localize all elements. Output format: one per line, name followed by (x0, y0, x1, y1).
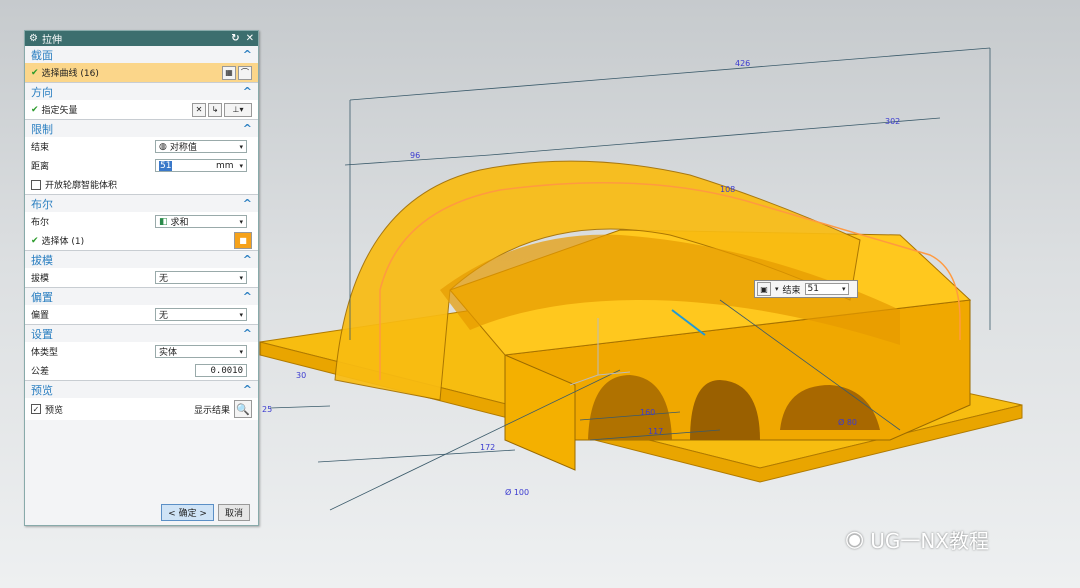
specify-vector-row[interactable]: ✔ 指定矢量 ✕ ↳ ⊥▾ (25, 100, 258, 119)
tolerance-row: 公差 0.0010 (25, 361, 258, 380)
open-profile-label: 开放轮廓智能体积 (45, 181, 118, 191)
open-profile-checkbox[interactable] (31, 179, 41, 190)
solid-body-icon[interactable]: ■ (234, 232, 252, 249)
watermark: ◉ UG一NX教程 (845, 525, 989, 554)
tolerance-input[interactable]: 0.0010 (195, 364, 247, 377)
offset-row: 偏置 无 ▾ (25, 305, 258, 324)
boolean-row: 布尔 ◧ 求和 ▾ (25, 212, 258, 231)
dialog-titlebar: ⚙ 拉伸 ↻ ✕ (25, 31, 258, 46)
preview-checkbox[interactable]: ✓ (31, 404, 41, 414)
direction-title: 方向 (31, 85, 53, 99)
show-result-label: 显示结果 (193, 405, 230, 416)
collapse-icon[interactable]: ^ (243, 48, 252, 61)
specify-vector-label: 指定矢量 (41, 106, 78, 116)
dim-160: 160 (640, 408, 655, 417)
unite-icon: ◧ (159, 216, 168, 227)
gear-icon[interactable]: ⚙ (29, 33, 38, 44)
sketch-icon[interactable]: ▦ (222, 65, 236, 80)
ok-button[interactable]: < 确定 > (161, 503, 214, 521)
select-curve-label: 选择曲线 (16) (41, 69, 99, 79)
collapse-icon[interactable]: ^ (243, 122, 252, 135)
close-icon[interactable]: ✕ (246, 33, 254, 44)
body-type-select[interactable]: 实体 ▾ (155, 345, 247, 358)
limits-title: 限制 (31, 122, 53, 136)
preview-group: 预览 ^ ✓ 预览 显示结果 🔍 (25, 381, 258, 420)
boolean-select[interactable]: ◧ 求和 ▾ (155, 215, 247, 228)
distance-row: 距离 51 mm ▾ (25, 156, 258, 175)
offset-select[interactable]: 无 ▾ (155, 308, 247, 321)
collapse-icon[interactable]: ^ (243, 290, 252, 303)
dim-96: 96 (410, 151, 420, 160)
collapse-icon[interactable]: ^ (243, 327, 252, 340)
section-title: 截面 (31, 48, 53, 62)
dim-108: 108 (720, 185, 735, 194)
checkmark-icon: ✔ (31, 235, 39, 246)
section-group: 截面 ^ ✔ 选择曲线 (16) ▦ ⌒ (25, 46, 258, 83)
direction-group: 方向 ^ ✔ 指定矢量 ✕ ↳ ⊥▾ (25, 83, 258, 120)
cube-icon[interactable]: ▣ (757, 282, 771, 296)
float-end-input[interactable]: 51 ▾ (804, 283, 849, 295)
distance-value: 51 (159, 160, 173, 171)
end-row: 结束 ◍ 对称值 ▾ (25, 137, 258, 156)
reverse-direction-icon[interactable]: ✕ (192, 102, 206, 117)
wechat-icon: ◉ (845, 527, 865, 552)
draft-row: 拔模 无 ▾ (25, 268, 258, 287)
dim-30: 30 (296, 371, 306, 380)
offset-group: 偏置 ^ 偏置 无 ▾ (25, 288, 258, 325)
dialog-title: 拉伸 (41, 35, 62, 46)
end-select[interactable]: ◍ 对称值 ▾ (155, 140, 247, 153)
checkmark-icon: ✔ (31, 104, 39, 115)
settings-title: 设置 (31, 327, 53, 341)
checkmark-icon: ✔ (31, 67, 39, 78)
reset-icon[interactable]: ↻ (231, 33, 239, 44)
preview-title: 预览 (31, 383, 53, 397)
body-type-row: 体类型 实体 ▾ (25, 342, 258, 361)
boolean-group: 布尔 ^ 布尔 ◧ 求和 ▾ ✔ 选择体 (1) ■ (25, 195, 258, 251)
watermark-text: UG一NX教程 (870, 529, 990, 553)
symmetric-icon: ◍ (159, 141, 167, 152)
select-curve-row[interactable]: ✔ 选择曲线 (16) ▦ ⌒ (25, 63, 258, 82)
settings-group: 设置 ^ 体类型 实体 ▾ 公差 0.0010 (25, 325, 258, 381)
collapse-icon[interactable]: ^ (243, 253, 252, 266)
collapse-icon[interactable]: ^ (243, 383, 252, 396)
dim-172: 172 (480, 443, 495, 452)
end-value-float-toolbar: ▣ ▾ 结束 51 ▾ (754, 280, 858, 298)
float-end-label: 结束 (782, 285, 801, 296)
draft-select[interactable]: 无 ▾ (155, 271, 247, 284)
draft-group: 拔模 ^ 拔模 无 ▾ (25, 251, 258, 288)
dim-117: 117 (648, 427, 663, 436)
collapse-icon[interactable]: ^ (243, 197, 252, 210)
dim-d80: Ø 80 (838, 417, 857, 427)
preview-row: ✓ 预览 显示结果 🔍 (25, 398, 258, 420)
select-body-label: 选择体 (1) (41, 237, 85, 247)
dialog-buttons: < 确定 > 取消 (25, 499, 258, 525)
select-body-row[interactable]: ✔ 选择体 (1) ■ (25, 231, 258, 250)
preview-label: 预览 (45, 405, 64, 416)
dropdown-arrow-icon[interactable]: ▾ (775, 285, 779, 293)
dim-d100: Ø 100 (505, 487, 529, 497)
draft-title: 拔模 (31, 253, 53, 267)
open-profile-row[interactable]: 开放轮廓智能体积 (25, 175, 258, 194)
limits-group: 限制 ^ 结束 ◍ 对称值 ▾ 距离 51 mm ▾ 开放轮廓智能体积 (25, 120, 258, 195)
collapse-icon[interactable]: ^ (243, 85, 252, 98)
curve-icon[interactable]: ⌒ (238, 65, 252, 80)
distance-unit: mm (215, 160, 234, 171)
dim-302: 302 (885, 117, 900, 126)
offset-title: 偏置 (31, 290, 53, 304)
vector-dialog-icon[interactable]: ↳ (208, 102, 222, 117)
vector-axis-icon[interactable]: ⊥▾ (224, 102, 252, 117)
extrude-dialog: ⚙ 拉伸 ↻ ✕ 截面 ^ ✔ 选择曲线 (16) ▦ ⌒ 方向 ^ ✔ 指定矢量 … (24, 30, 259, 526)
distance-input[interactable]: 51 mm ▾ (155, 159, 247, 172)
magnifier-icon[interactable]: 🔍 (234, 400, 252, 418)
float-end-value: 51 (807, 284, 819, 294)
dim-426: 426 (735, 59, 750, 68)
boolean-title: 布尔 (31, 197, 53, 211)
cancel-button[interactable]: 取消 (217, 503, 250, 521)
dim-25: 25 (262, 405, 272, 414)
